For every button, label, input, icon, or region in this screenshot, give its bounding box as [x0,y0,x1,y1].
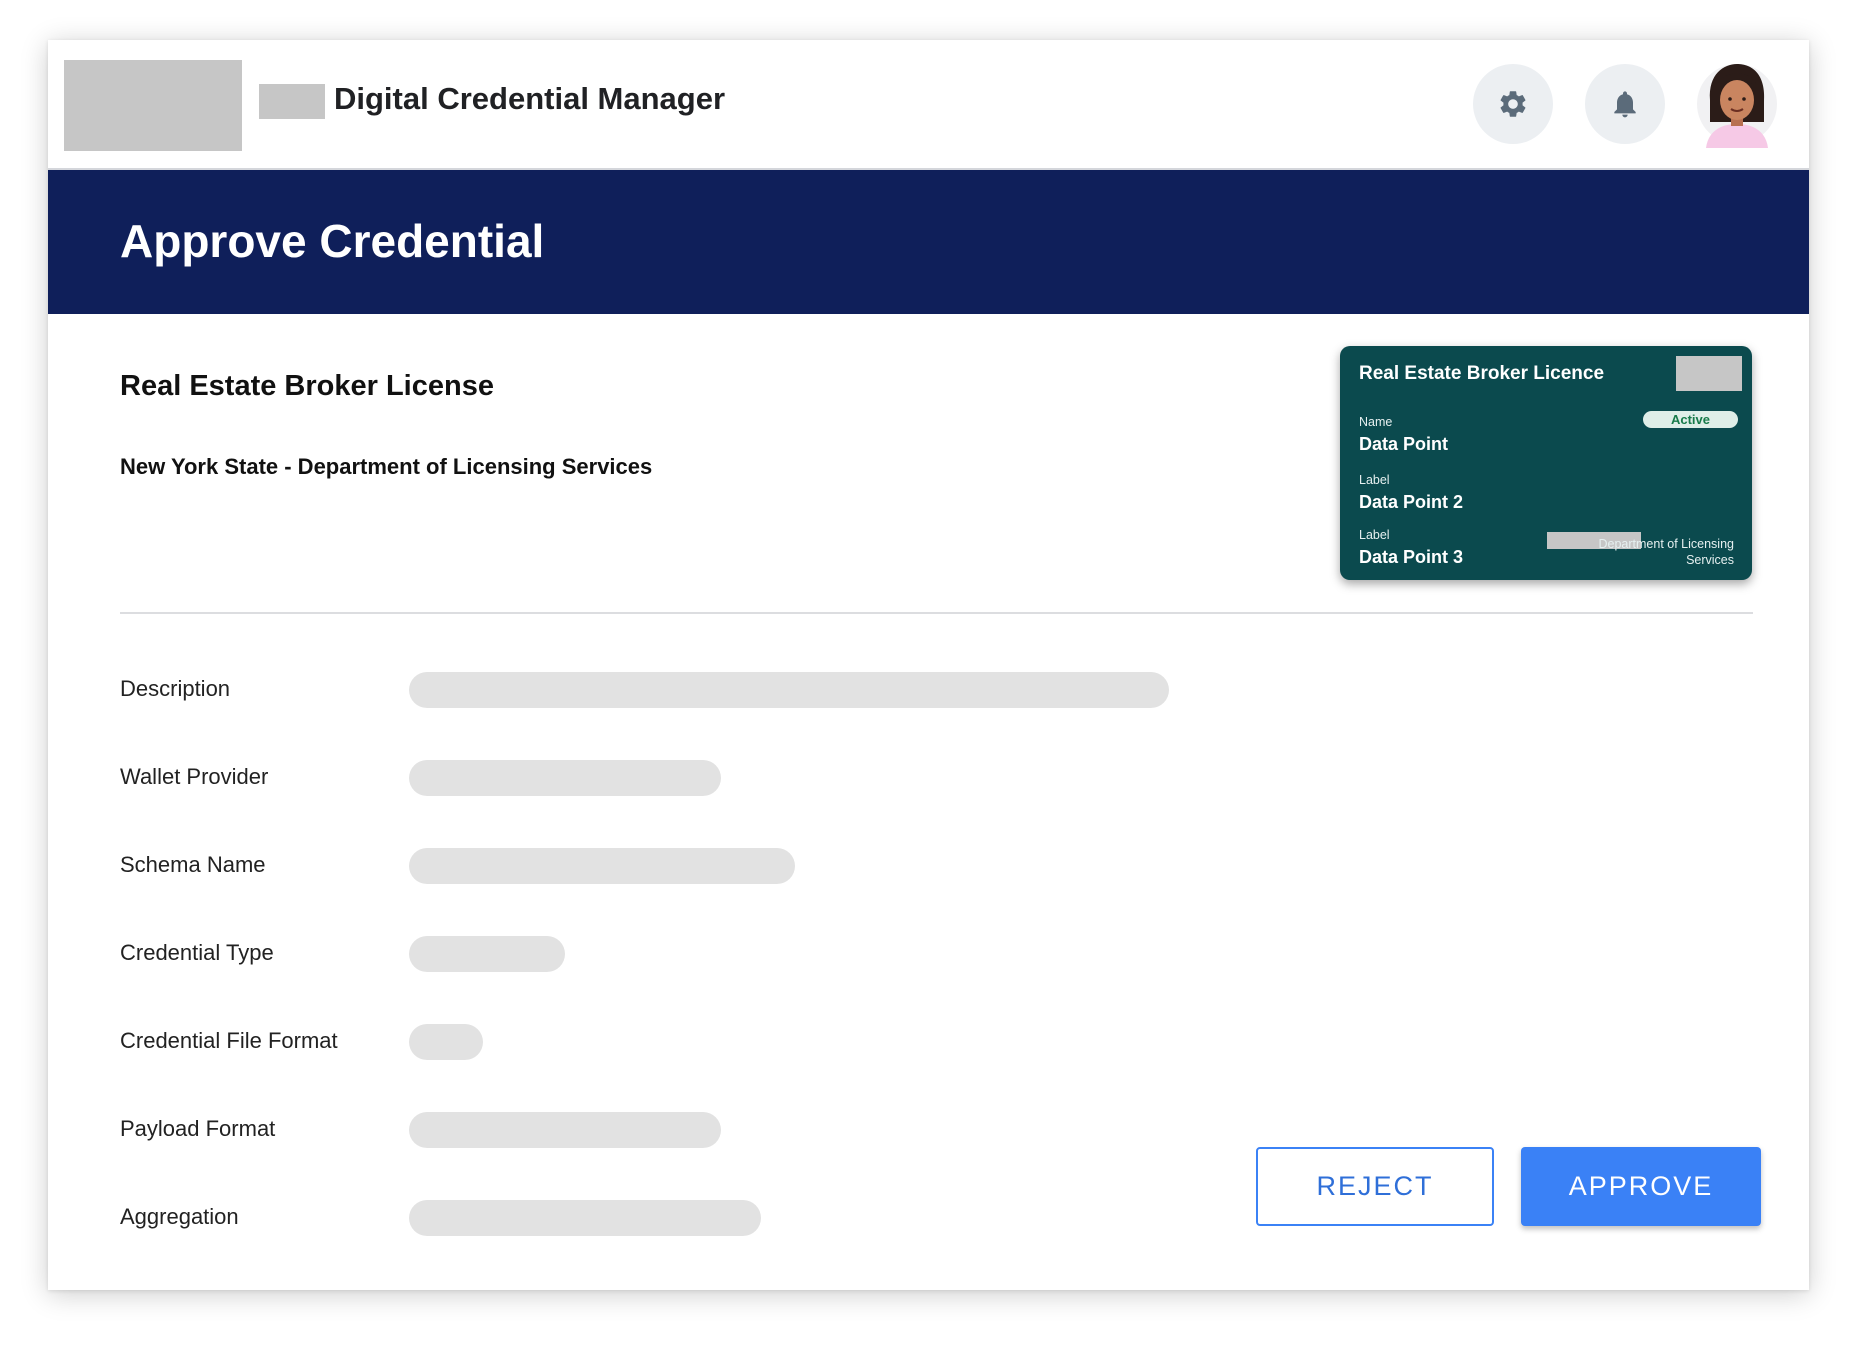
detail-value-placeholder [409,1200,761,1236]
detail-label-schema-name: Schema Name [120,852,266,877]
detail-value-placeholder [409,672,1169,708]
credential-issuer: New York State - Department of Licensing… [120,454,653,479]
detail-value-placeholder [409,936,565,972]
card-field-label: Label [1359,528,1390,542]
credential-card: Real Estate Broker Licence Active Name D… [1340,346,1752,580]
logo-placeholder [64,60,242,151]
card-field-label: Name [1359,415,1393,429]
card-logo-placeholder [1676,356,1742,391]
detail-label-credential-type: Credential Type [120,940,274,965]
page-title: Approve Credential [120,215,545,267]
user-avatar[interactable] [1696,56,1778,148]
card-field-value: Data Point [1359,434,1449,454]
notifications-button[interactable] [1585,64,1665,144]
approve-button[interactable]: APPROVE [1521,1147,1761,1226]
detail-label-payload-format: Payload Format [120,1116,276,1141]
settings-button[interactable] [1473,64,1553,144]
detail-label-description: Description [120,676,231,701]
app-title: Digital Credential Manager [334,81,726,116]
page-banner: Approve Credential [48,170,1809,314]
card-field-value: Data Point 2 [1359,492,1464,512]
detail-value-placeholder [409,760,721,796]
avatar-icon [1697,64,1777,148]
bell-icon [1614,91,1636,118]
reject-button[interactable]: REJECT [1256,1147,1494,1226]
gear-icon [1500,91,1526,117]
credential-title: Real Estate Broker License [120,370,494,402]
top-bar: Digital Credential Manager [48,40,1809,170]
section-divider [120,612,1753,614]
status-badge: Active [1643,411,1738,428]
card-issuer: Department of Licensing Services [1598,537,1735,567]
detail-label-wallet-provider: Wallet Provider [120,764,269,789]
detail-value-placeholder [409,1024,483,1060]
detail-label-credential-file-format: Credential File Format [120,1028,338,1053]
app-window: Digital Credential Manager Approve Crede… [48,40,1809,1290]
card-field-label: Label [1359,473,1390,487]
detail-value-placeholder [409,1112,721,1148]
card-title: Real Estate Broker Licence [1359,363,1605,384]
detail-value-placeholder [409,848,795,884]
card-field-value: Data Point 3 [1359,547,1464,567]
brand-placeholder [259,84,325,119]
detail-label-aggregation: Aggregation [120,1204,239,1229]
